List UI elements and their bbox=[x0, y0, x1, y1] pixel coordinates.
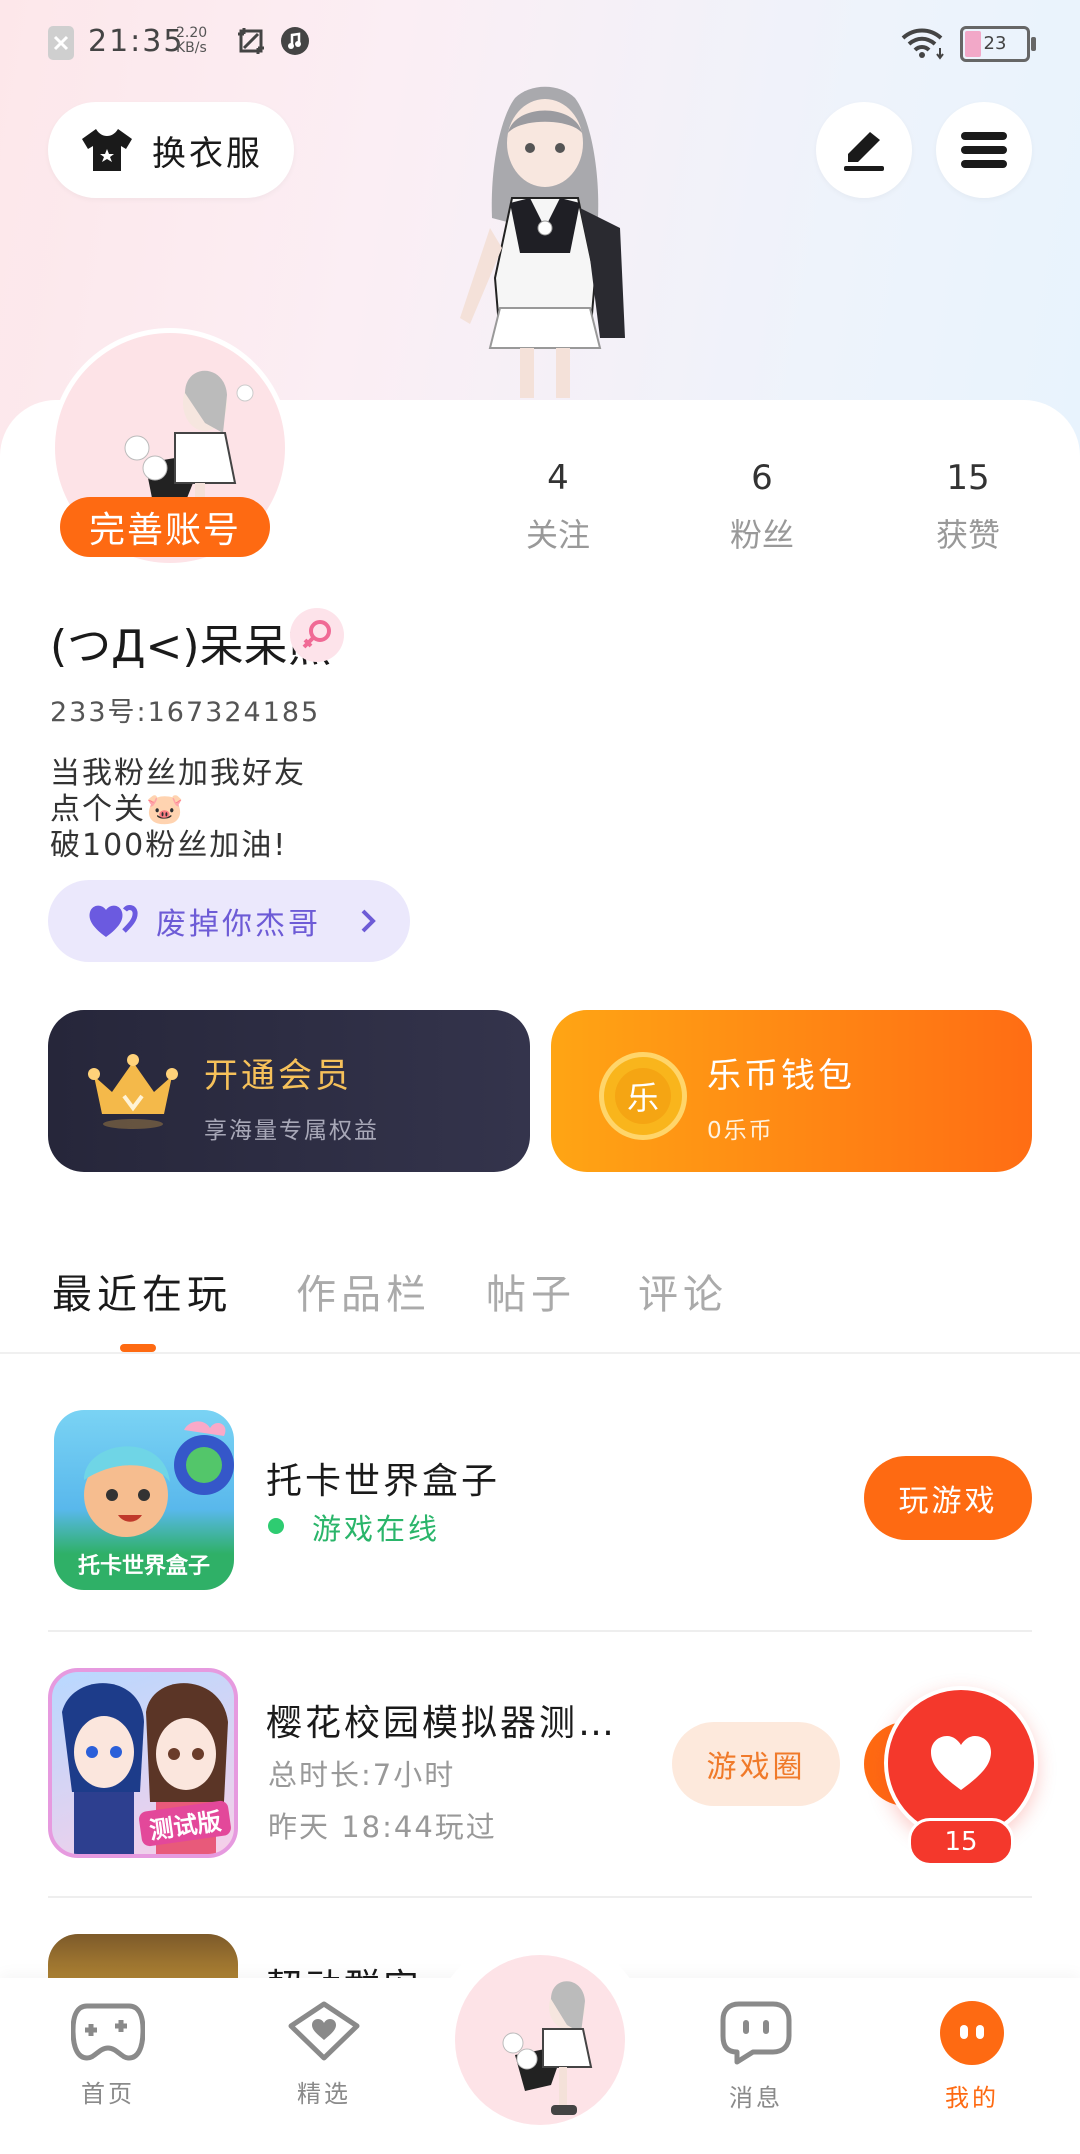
crown-icon bbox=[88, 1054, 178, 1129]
likes-count: 15 bbox=[946, 458, 990, 498]
user-id: 233号:167324185 bbox=[50, 697, 321, 728]
nav-featured[interactable]: 精选 bbox=[249, 2000, 399, 2109]
vip-title: 开通会员 bbox=[204, 1056, 352, 1096]
fan-club-badge[interactable]: 废掉你杰哥 bbox=[48, 880, 410, 962]
online-status-dot bbox=[268, 1518, 284, 1534]
stat-fans[interactable]: 6 粉丝 bbox=[682, 458, 842, 556]
tab-divider bbox=[0, 1352, 1080, 1354]
status-time: 21:35 bbox=[88, 24, 185, 59]
wallet-title: 乐币钱包 bbox=[707, 1056, 855, 1096]
game-icon-caption: 托卡世界盒子 bbox=[77, 1554, 210, 1579]
coin-char: 乐 bbox=[615, 1068, 671, 1124]
female-gender-icon bbox=[290, 608, 344, 662]
tab-posts[interactable]: 帖子 bbox=[486, 1262, 576, 1320]
nav-avatar-image bbox=[502, 1981, 593, 2115]
list-divider bbox=[48, 1896, 1032, 1898]
wifi-icon bbox=[901, 28, 944, 60]
nav-mine-label: 我的 bbox=[945, 2084, 999, 2112]
gamepad-icon bbox=[70, 2003, 146, 2061]
following-count: 4 bbox=[547, 458, 569, 498]
chat-bubble-icon bbox=[720, 2001, 792, 2065]
heart-chat-icon bbox=[288, 2001, 360, 2061]
fans-label: 粉丝 bbox=[729, 516, 794, 554]
coin-wallet-card[interactable]: 乐 乐币钱包 0乐币 bbox=[551, 1010, 1032, 1172]
game-title[interactable]: 樱花校园模拟器测… bbox=[266, 1694, 617, 1746]
double-heart-icon bbox=[89, 905, 138, 937]
play-game-button[interactable]: 玩游戏 bbox=[864, 1456, 1032, 1540]
hamburger-menu-icon bbox=[961, 132, 1007, 168]
username: (つД<)呆呆熊 bbox=[50, 621, 332, 672]
last-played-time: 昨天 18:44玩过 bbox=[268, 1810, 497, 1844]
wallet-balance: 0乐币 bbox=[707, 1118, 774, 1144]
game-online-status: 游戏在线 bbox=[312, 1512, 441, 1546]
tab-comments[interactable]: 评论 bbox=[638, 1262, 728, 1320]
following-label: 关注 bbox=[525, 516, 590, 554]
nav-home-label: 首页 bbox=[81, 2080, 135, 2108]
battery-level: 23 bbox=[983, 33, 1007, 54]
list-divider bbox=[48, 1630, 1032, 1632]
pencil-icon bbox=[844, 132, 884, 171]
game-circle-button[interactable]: 游戏圈 bbox=[672, 1722, 840, 1806]
fan-club-label: 废掉你杰哥 bbox=[156, 907, 321, 942]
total-play-time: 总时长:7小时 bbox=[268, 1758, 456, 1792]
heart-icon bbox=[931, 1736, 991, 1790]
bio-line: 破100粉丝加油! bbox=[50, 828, 288, 863]
vip-subtitle: 享海量专属权益 bbox=[204, 1118, 379, 1144]
music-icon bbox=[281, 27, 309, 55]
fans-count: 6 bbox=[751, 458, 773, 498]
nav-messages-label: 消息 bbox=[729, 2084, 783, 2112]
nav-mine[interactable]: 我的 bbox=[897, 2000, 1047, 2113]
nav-featured-label: 精选 bbox=[297, 2080, 351, 2108]
dress-up-button[interactable]: 换衣服 bbox=[48, 102, 294, 198]
nav-avatar-button[interactable] bbox=[455, 1955, 625, 2125]
nav-home[interactable]: 首页 bbox=[33, 2000, 183, 2109]
dress-up-label: 换衣服 bbox=[152, 133, 263, 174]
complete-account-button[interactable]: 完善账号 bbox=[60, 497, 270, 557]
network-speed: 2.20 KB/s bbox=[176, 26, 207, 56]
status-bar: 21:35 2.20 KB/s 23 bbox=[0, 0, 1080, 84]
screenshot-icon bbox=[238, 28, 264, 54]
chevron-right-icon bbox=[361, 909, 376, 933]
likes-label: 获赞 bbox=[935, 516, 1000, 554]
nav-messages[interactable]: 消息 bbox=[681, 2000, 831, 2113]
battery-icon: 23 bbox=[960, 26, 1036, 62]
network-speed-unit: KB/s bbox=[176, 40, 207, 56]
tab-recently-played[interactable]: 最近在玩 bbox=[52, 1262, 232, 1320]
game-icon-toca-world[interactable]: 托卡世界盒子 bbox=[54, 1410, 234, 1590]
like-count-badge: 15 bbox=[908, 1818, 1014, 1866]
notification-close-icon bbox=[48, 26, 74, 60]
game-title[interactable]: 托卡世界盒子 bbox=[266, 1452, 500, 1504]
tab-works[interactable]: 作品栏 bbox=[296, 1262, 431, 1320]
coin-icon: 乐 bbox=[599, 1052, 687, 1140]
vip-membership-card[interactable]: 开通会员 享海量专属权益 bbox=[48, 1010, 530, 1172]
active-tab-indicator bbox=[120, 1344, 156, 1352]
stat-likes[interactable]: 15 获赞 bbox=[888, 458, 1048, 556]
like-button[interactable] bbox=[884, 1686, 1038, 1840]
stat-following[interactable]: 4 关注 bbox=[478, 458, 638, 556]
game-icon-sakura-school[interactable]: 测试版 bbox=[48, 1668, 238, 1858]
edit-profile-button[interactable] bbox=[816, 102, 912, 198]
tshirt-icon bbox=[82, 129, 132, 171]
profile-face-icon bbox=[940, 2001, 1004, 2065]
network-speed-value: 2.20 bbox=[176, 25, 208, 41]
avatar-character-image bbox=[460, 86, 625, 398]
menu-button[interactable] bbox=[936, 102, 1032, 198]
